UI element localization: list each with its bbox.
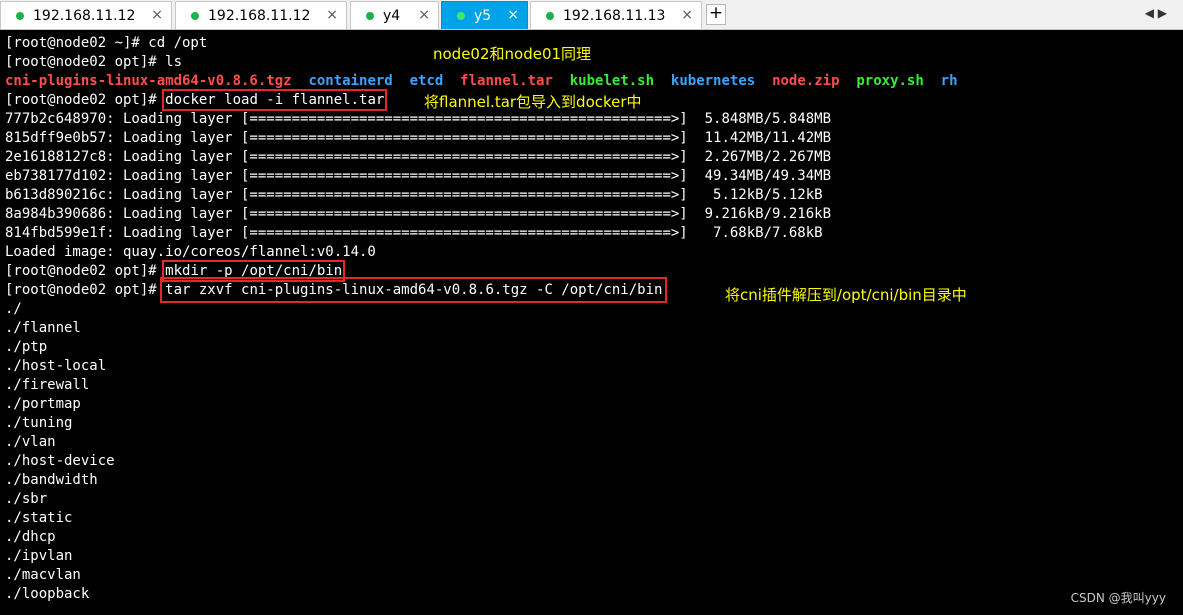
extracted-file-line: ./macvlan <box>5 567 81 583</box>
ls-item: etcd <box>409 73 444 89</box>
layer-progress-line: 2e16188127c8: Loading layer [===========… <box>5 149 832 165</box>
layer-progress-line: eb738177d102: Loading layer [===========… <box>5 168 832 184</box>
extracted-file-line: ./host-device <box>5 453 115 469</box>
terminal-line: [root@node02 opt]# tar zxvf cni-plugins-… <box>5 277 668 303</box>
extracted-file-line: ./tuning <box>5 415 73 431</box>
connected-status-icon <box>366 11 374 20</box>
ls-item: proxy.sh <box>856 73 924 89</box>
ls-item: containerd <box>308 73 393 89</box>
close-icon[interactable]: × <box>418 7 430 23</box>
ls-output-line: cni-plugins-linux-amd64-v0.8.6.tgz conta… <box>5 72 958 91</box>
tab-label: 192.168.11.12 <box>208 7 311 24</box>
highlighted-command: mkdir -p /opt/cni/bin <box>162 260 346 282</box>
close-icon[interactable]: × <box>326 7 338 23</box>
terminal-line: [root@node02 opt]# ls <box>5 54 183 70</box>
highlighted-command: docker load -i flannel.tar <box>162 89 388 111</box>
extracted-file-line: ./ <box>5 301 22 317</box>
highlighted-command: tar zxvf cni-plugins-linux-amd64-v0.8.6.… <box>160 277 668 303</box>
extracted-file-line: ./ptp <box>5 339 48 355</box>
tab-session-4-active[interactable]: y5 × <box>441 1 528 29</box>
annotation-tar-note: 将cni插件解压到/opt/cni/bin目录中 <box>725 286 967 304</box>
ls-item: kubelet.sh <box>569 73 655 89</box>
annotation-docker-load-note: 将flannel.tar包导入到docker中 <box>424 93 642 111</box>
tab-session-3[interactable]: y4 × <box>350 1 439 29</box>
extracted-file-line: ./firewall <box>5 377 90 393</box>
connected-status-icon <box>191 11 199 20</box>
extracted-file-line: ./dhcp <box>5 529 56 545</box>
extracted-file-line: ./loopback <box>5 586 90 602</box>
layer-progress-line: 815dff9e0b57: Loading layer [===========… <box>5 130 832 146</box>
ls-item: rh <box>940 73 958 89</box>
tab-bar: 192.168.11.12 × 192.168.11.12 × y4 × y5 … <box>0 0 1183 30</box>
terminal-line: [root@node02 ~]# cd /opt <box>5 35 208 51</box>
close-icon[interactable]: × <box>507 7 519 23</box>
connected-status-icon <box>546 11 554 20</box>
extracted-file-line: ./sbr <box>5 491 48 507</box>
extracted-file-line: ./bandwidth <box>5 472 98 488</box>
layer-progress-line: b613d890216c: Loading layer [===========… <box>5 187 823 203</box>
extracted-file-line: ./flannel <box>5 320 81 336</box>
shell-prompt: [root@node02 opt]# <box>5 263 166 279</box>
connected-status-icon <box>457 11 465 20</box>
ls-item: node.zip <box>772 73 840 89</box>
add-tab-button[interactable]: + <box>706 4 726 25</box>
tab-label: y4 <box>383 7 401 24</box>
extracted-file-line: ./ipvlan <box>5 548 73 564</box>
terminal-line: Loaded image: quay.io/coreos/flannel:v0.… <box>5 244 376 260</box>
close-icon[interactable]: × <box>151 7 163 23</box>
extracted-file-line: ./static <box>5 510 73 526</box>
ls-item: flannel.tar <box>460 73 553 89</box>
annotation-node-note: node02和node01同理 <box>433 45 592 63</box>
close-icon[interactable]: × <box>681 7 693 23</box>
shell-prompt: [root@node02 opt]# <box>5 282 166 298</box>
layer-progress-line: 814fbd599e1f: Loading layer [===========… <box>5 225 823 241</box>
ls-item: kubernetes <box>670 73 756 89</box>
tab-session-5[interactable]: 192.168.11.13 × <box>530 1 702 29</box>
terminal-output[interactable]: [root@node02 ~]# cd /opt [root@node02 op… <box>0 30 1183 615</box>
connected-status-icon <box>16 11 24 20</box>
terminal-line: [root@node02 opt]# docker load -i flanne… <box>5 89 388 111</box>
extracted-file-line: ./vlan <box>5 434 56 450</box>
extracted-file-line: ./host-local <box>5 358 107 374</box>
extracted-file-line: ./portmap <box>5 396 81 412</box>
layer-progress-line: 8a984b390686: Loading layer [===========… <box>5 206 832 222</box>
ls-item: cni-plugins-linux-amd64-v0.8.6.tgz <box>5 73 292 89</box>
shell-prompt: [root@node02 opt]# <box>5 92 166 108</box>
tab-session-1[interactable]: 192.168.11.12 × <box>0 1 172 29</box>
tab-scroll-arrows-icon[interactable]: ◀ ▶ <box>1145 6 1167 20</box>
terminal-line: [root@node02 opt]# mkdir -p /opt/cni/bin <box>5 260 346 282</box>
tab-session-2[interactable]: 192.168.11.12 × <box>175 1 347 29</box>
tab-label: 192.168.11.13 <box>563 7 666 24</box>
layer-progress-line: 777b2c648970: Loading layer [===========… <box>5 111 832 127</box>
tab-label: 192.168.11.12 <box>33 7 136 24</box>
watermark: CSDN @我叫yyy <box>1070 591 1166 605</box>
tab-label: y5 <box>474 7 492 24</box>
